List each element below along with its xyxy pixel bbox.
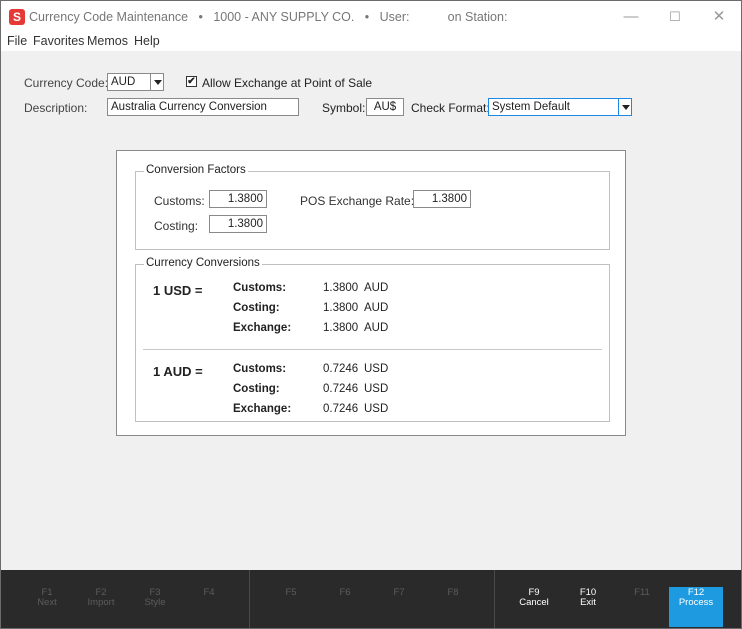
function-key-bar: F1 Next F2 Import F3 Style F4 F5 F6 F7 F8 F… [1,570,741,628]
allow-exchange-label: Allow Exchange at Point of Sale [202,76,373,90]
conversion-row-unit: USD [364,383,389,395]
conversion-factors-title: Conversion Factors [144,164,248,176]
conversion-row-value: 0.7246 [323,383,359,395]
app-window: S Currency Code Maintenance • 1000 - ANY… [0,0,742,629]
form-area: Currency Code: AUD ✔ Allow Exchange at P… [1,51,741,571]
app-logo-icon: S [9,9,25,25]
currency-panel: Conversion Factors Customs: 1.3800 Costi… [116,150,626,436]
f5-button[interactable]: F5 [264,588,318,598]
menu-bar: File Favorites Memos Help [1,33,741,51]
conversion-row-value: 1.3800 [323,322,359,334]
check-format-label: Check Format: [411,101,490,115]
fkey-label: Cancel [519,597,549,608]
f3-style-button[interactable]: F3 Style [128,588,182,608]
usd-conversion-header: 1 USD = [153,283,203,298]
symbol-input[interactable]: AU$ [366,98,404,116]
fkey-label: Style [144,597,166,608]
conversion-row-label: Exchange: [233,322,292,334]
description-input[interactable]: Australia Currency Conversion [107,98,299,116]
f10-exit-button[interactable]: F10 Exit [561,588,615,608]
menu-file[interactable]: File [7,34,27,48]
allow-exchange-checkbox[interactable]: ✔ [186,76,197,87]
conversion-row-label: Customs: [233,363,287,375]
close-icon[interactable]: ✕ [709,7,729,27]
f9-cancel-button[interactable]: F9 Cancel [507,588,561,608]
menu-memos[interactable]: Memos [87,34,128,48]
symbol-label: Symbol: [322,101,366,115]
conversion-row-label: Costing: [233,383,280,395]
menu-favorites[interactable]: Favorites [33,34,84,48]
check-format-select[interactable]: System Default [488,98,619,116]
f7-button[interactable]: F7 [372,588,426,598]
currency-code-label: Currency Code: [24,76,109,90]
menu-help[interactable]: Help [134,34,160,48]
f8-button[interactable]: F8 [426,588,480,598]
function-bar-divider [494,570,495,628]
conversion-row-unit: AUD [364,302,389,314]
f12-process-button[interactable]: F12 Process [669,587,723,627]
fkey-label: Next [37,597,57,608]
function-bar-divider [249,570,250,628]
conversion-row-unit: AUD [364,282,389,294]
customs-factor-label: Customs: [154,194,205,208]
aud-conversion-header: 1 AUD = [153,364,203,379]
description-label: Description: [24,101,88,115]
conversion-separator [143,349,602,350]
minimize-icon[interactable]: — [621,7,641,27]
maximize-icon[interactable]: ☐ [665,7,685,27]
costing-factor-input[interactable]: 1.3800 [209,215,267,233]
conversion-row-value: 1.3800 [323,302,359,314]
fkey-id: F6 [339,587,351,598]
fkey-id: F5 [285,587,297,598]
f2-import-button[interactable]: F2 Import [74,588,128,608]
costing-factor-label: Costing: [154,219,199,233]
fkey-id: F11 [634,587,650,598]
conversion-row-value: 0.7246 [323,403,359,415]
conversion-row-unit: AUD [364,322,389,334]
fkey-label: Exit [580,597,596,608]
conversion-row-label: Exchange: [233,403,292,415]
f4-button[interactable]: F4 [182,588,236,598]
fkey-label: Process [678,597,714,608]
fkey-id: F8 [447,587,459,598]
conversion-row-value: 0.7246 [323,363,359,375]
fkey-label: Import [87,597,115,608]
conversion-row-value: 1.3800 [323,282,359,294]
currency-conversions-group: Currency Conversions 1 USD = Customs: 1.… [135,257,610,422]
fkey-id: F7 [393,587,405,598]
f6-button[interactable]: F6 [318,588,372,598]
conversion-factors-group: Conversion Factors Customs: 1.3800 Costi… [135,164,610,250]
currency-code-dropdown-icon[interactable] [150,73,164,91]
fkey-id: F4 [203,587,215,598]
conversion-row-label: Customs: [233,282,287,294]
conversion-row-unit: USD [364,363,389,375]
check-format-dropdown-icon[interactable] [618,98,632,116]
pos-exchange-rate-input[interactable]: 1.3800 [413,190,471,208]
conversion-row-label: Costing: [233,302,280,314]
currency-code-select[interactable]: AUD [107,73,151,91]
window-title: Currency Code Maintenance • 1000 - ANY S… [29,10,508,24]
pos-exchange-rate-label: POS Exchange Rate: [300,194,415,208]
title-bar: S Currency Code Maintenance • 1000 - ANY… [1,1,741,33]
customs-factor-input[interactable]: 1.3800 [209,190,267,208]
conversion-row-unit: USD [364,403,389,415]
currency-conversions-title: Currency Conversions [144,257,262,269]
f11-button[interactable]: F11 [615,588,669,598]
f1-next-button[interactable]: F1 Next [20,588,74,608]
